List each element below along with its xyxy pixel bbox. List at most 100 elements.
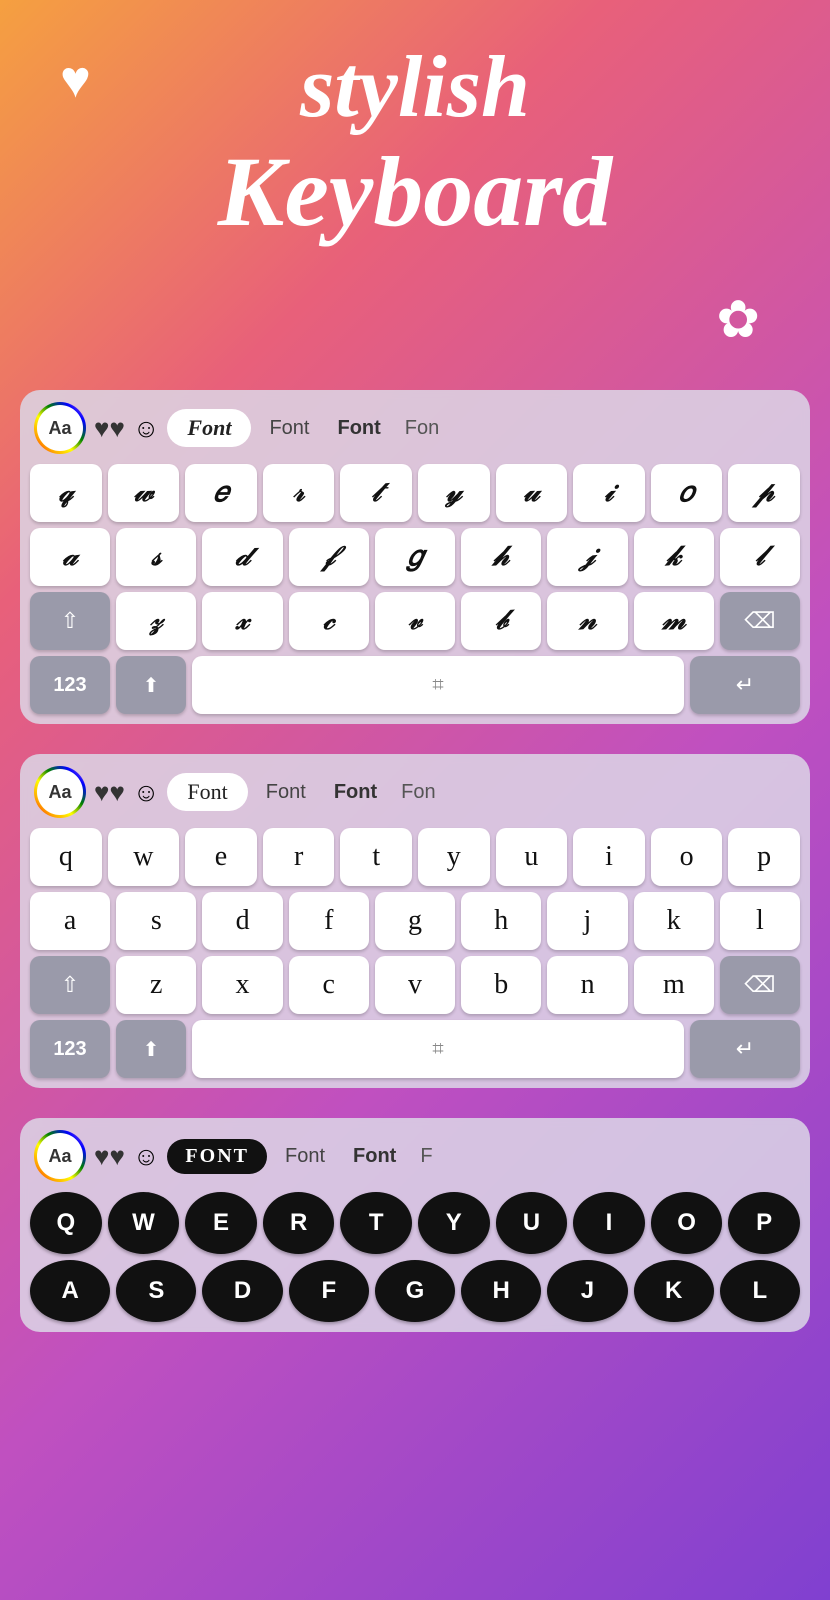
key3-d[interactable]: D [202, 1260, 282, 1322]
kb1-enter-key[interactable]: ↵ [690, 656, 800, 714]
key-l[interactable]: 𝓁 [720, 528, 800, 586]
key2-w[interactable]: w [108, 828, 180, 886]
key3-o[interactable]: O [651, 1192, 723, 1254]
key2-l[interactable]: l [720, 892, 800, 950]
key3-l[interactable]: L [720, 1260, 800, 1322]
key-h[interactable]: 𝒽 [461, 528, 541, 586]
key-d[interactable]: 𝒹 [202, 528, 282, 586]
kb2-hearts-icon[interactable]: ♥♥ [94, 777, 125, 808]
key3-y[interactable]: Y [418, 1192, 490, 1254]
kb1-num-key[interactable]: 123 [30, 656, 110, 714]
key2-j[interactable]: j [547, 892, 627, 950]
key3-a[interactable]: A [30, 1260, 110, 1322]
key-w[interactable]: 𝓌 [108, 464, 180, 522]
key2-n[interactable]: n [547, 956, 627, 1014]
key3-j[interactable]: J [547, 1260, 627, 1322]
key-j[interactable]: 𝒿 [547, 528, 627, 586]
kb3-emoji-icon[interactable]: ☺ [133, 1141, 160, 1172]
kb3-font4-btn[interactable]: F [414, 1139, 438, 1174]
key-y[interactable]: 𝓎 [418, 464, 490, 522]
kb2-font4-btn[interactable]: Fon [395, 775, 441, 810]
key-g[interactable]: 𝑔 [375, 528, 455, 586]
key3-h[interactable]: H [461, 1260, 541, 1322]
kb1-shift-key[interactable]: ⇧ [30, 592, 110, 650]
key2-r[interactable]: r [263, 828, 335, 886]
key3-f[interactable]: F [289, 1260, 369, 1322]
key2-y[interactable]: y [418, 828, 490, 886]
kb1-del-key[interactable]: ⌫ [720, 592, 800, 650]
key-x[interactable]: 𝓍 [202, 592, 282, 650]
kb3-font-active-btn[interactable]: FONT [167, 1139, 267, 1174]
key2-u[interactable]: u [496, 828, 568, 886]
key2-g[interactable]: g [375, 892, 455, 950]
key2-q[interactable]: q [30, 828, 102, 886]
kb2-font3-btn[interactable]: Font [324, 775, 387, 810]
key2-v[interactable]: v [375, 956, 455, 1014]
kb2-font2-btn[interactable]: Font [256, 775, 316, 810]
key2-f[interactable]: f [289, 892, 369, 950]
key-f[interactable]: 𝒻 [289, 528, 369, 586]
key2-e[interactable]: e [185, 828, 257, 886]
kb1-font2-btn[interactable]: Font [259, 411, 319, 446]
key-q[interactable]: 𝓆 [30, 464, 102, 522]
key-v[interactable]: 𝓋 [375, 592, 455, 650]
key2-p[interactable]: p [728, 828, 800, 886]
key2-a[interactable]: a [30, 892, 110, 950]
key2-i[interactable]: i [573, 828, 645, 886]
key2-x[interactable]: x [202, 956, 282, 1014]
key3-g[interactable]: G [375, 1260, 455, 1322]
kb1-aa-button[interactable]: Aa [34, 402, 86, 454]
key3-u[interactable]: U [496, 1192, 568, 1254]
kb1-font-active-btn[interactable]: Font [167, 409, 251, 447]
key3-k[interactable]: K [634, 1260, 714, 1322]
key-i[interactable]: 𝒾 [573, 464, 645, 522]
kb1-emoji-icon[interactable]: ☺ [133, 413, 160, 444]
key2-s[interactable]: s [116, 892, 196, 950]
key3-s[interactable]: S [116, 1260, 196, 1322]
key2-b[interactable]: b [461, 956, 541, 1014]
key-o[interactable]: 𝑜 [651, 464, 723, 522]
kb1-hearts-icon[interactable]: ♥♥ [94, 413, 125, 444]
key3-q[interactable]: Q [30, 1192, 102, 1254]
key3-t[interactable]: T [340, 1192, 412, 1254]
key2-k[interactable]: k [634, 892, 714, 950]
key3-i[interactable]: I [573, 1192, 645, 1254]
kb3-font2-btn[interactable]: Font [275, 1139, 335, 1174]
key2-m[interactable]: m [634, 956, 714, 1014]
kb3-font3-btn[interactable]: Font [343, 1139, 406, 1174]
kb2-shift-key[interactable]: ⇧ [30, 956, 110, 1014]
key-a[interactable]: 𝒶 [30, 528, 110, 586]
kb2-aa-button[interactable]: Aa [34, 766, 86, 818]
kb1-font3-btn[interactable]: Font [327, 411, 390, 446]
key-z[interactable]: 𝓏 [116, 592, 196, 650]
kb2-share-key[interactable]: ⬆ [116, 1020, 186, 1078]
key3-e[interactable]: E [185, 1192, 257, 1254]
key-p[interactable]: 𝓅 [728, 464, 800, 522]
kb1-font4-btn[interactable]: Fon [399, 411, 445, 446]
key-s[interactable]: 𝓈 [116, 528, 196, 586]
kb2-font-active-btn[interactable]: Font [167, 773, 247, 811]
key2-t[interactable]: t [340, 828, 412, 886]
key3-p[interactable]: P [728, 1192, 800, 1254]
key-m[interactable]: 𝓂 [634, 592, 714, 650]
kb2-del-key[interactable]: ⌫ [720, 956, 800, 1014]
key-c[interactable]: 𝒸 [289, 592, 369, 650]
key-n[interactable]: 𝓃 [547, 592, 627, 650]
key-k[interactable]: 𝓀 [634, 528, 714, 586]
kb1-space-key[interactable]: ⌗ [192, 656, 684, 714]
key-b[interactable]: 𝒷 [461, 592, 541, 650]
key2-z[interactable]: z [116, 956, 196, 1014]
kb3-hearts-icon[interactable]: ♥♥ [94, 1141, 125, 1172]
key-r[interactable]: 𝓇 [263, 464, 335, 522]
key3-w[interactable]: W [108, 1192, 180, 1254]
kb2-num-key[interactable]: 123 [30, 1020, 110, 1078]
kb2-enter-key[interactable]: ↵ [690, 1020, 800, 1078]
key2-c[interactable]: c [289, 956, 369, 1014]
key2-h[interactable]: h [461, 892, 541, 950]
kb2-space-key[interactable]: ⌗ [192, 1020, 684, 1078]
key2-o[interactable]: o [651, 828, 723, 886]
key2-d[interactable]: d [202, 892, 282, 950]
key-t[interactable]: 𝓉 [340, 464, 412, 522]
key-e[interactable]: 𝑒 [185, 464, 257, 522]
key-u[interactable]: 𝓊 [496, 464, 568, 522]
